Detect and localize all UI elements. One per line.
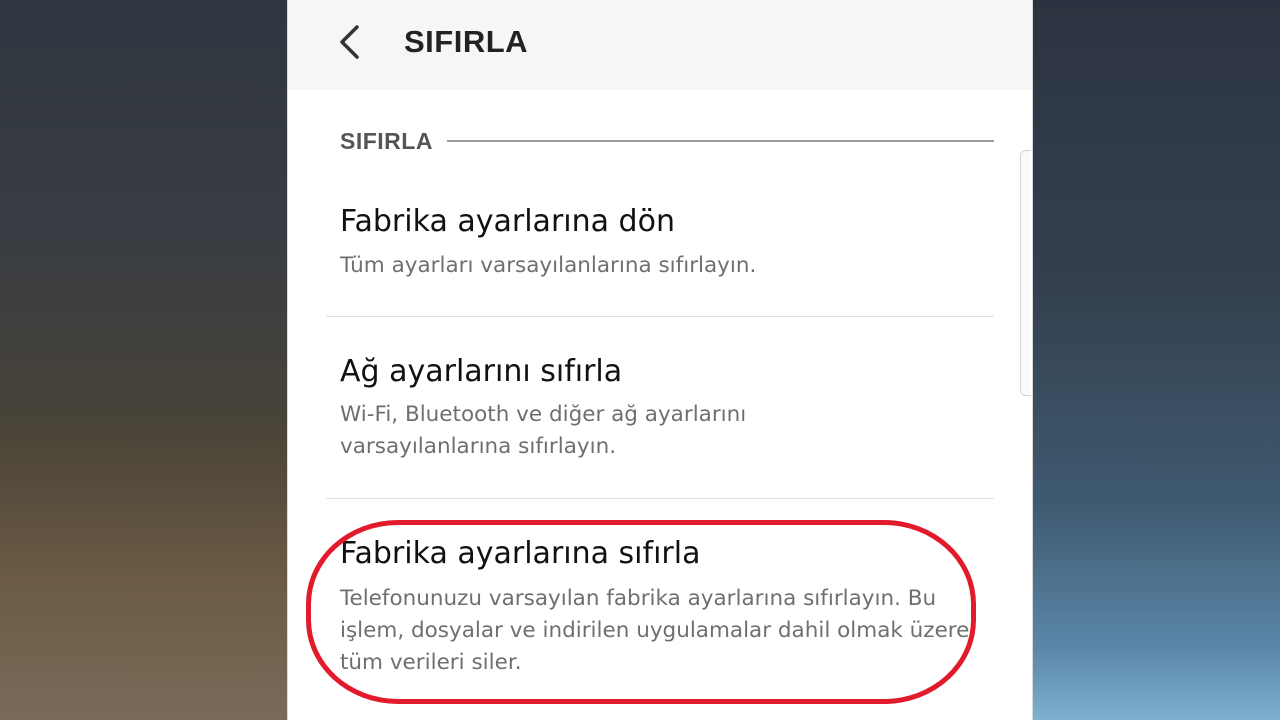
chevron-left-icon <box>340 25 359 59</box>
item-title: Fabrika ayarlarına dön <box>340 204 675 239</box>
divider <box>326 498 994 499</box>
item-description: Telefonunuzu varsayılan fabrika ayarları… <box>340 586 970 675</box>
item-title: Ağ ayarlarını sıfırla <box>340 354 623 389</box>
section-header: SIFIRLA <box>340 124 994 158</box>
app-bar: SIFIRLA <box>288 0 1032 90</box>
section-divider <box>446 140 994 142</box>
list-item-factory-reset[interactable]: Fabrika ayarlarına sıfırla Telefonunuzu … <box>326 522 994 712</box>
scrollbar[interactable] <box>1020 150 1031 396</box>
page-title: SIFIRLA <box>404 24 529 59</box>
list-item-reset-network[interactable]: Ağ ayarlarını sıfırla Wi-Fi, Bluetooth v… <box>326 340 994 498</box>
back-button[interactable] <box>328 20 372 64</box>
divider <box>326 316 994 317</box>
section-label: SIFIRLA <box>340 127 433 154</box>
item-description: Wi-Fi, Bluetooth ve diğer ağ ayarlarını … <box>340 402 747 459</box>
background-right <box>1032 0 1280 720</box>
background-left <box>0 0 288 720</box>
settings-screen: SIFIRLA SIFIRLA Fabrika ayarlarına dön T… <box>288 0 1032 720</box>
list-item-factory-defaults[interactable]: Fabrika ayarlarına dön Tüm ayarları vars… <box>326 190 994 316</box>
item-description: Tüm ayarları varsayılanlarına sıfırlayın… <box>340 253 757 278</box>
item-title: Fabrika ayarlarına sıfırla <box>340 536 701 571</box>
